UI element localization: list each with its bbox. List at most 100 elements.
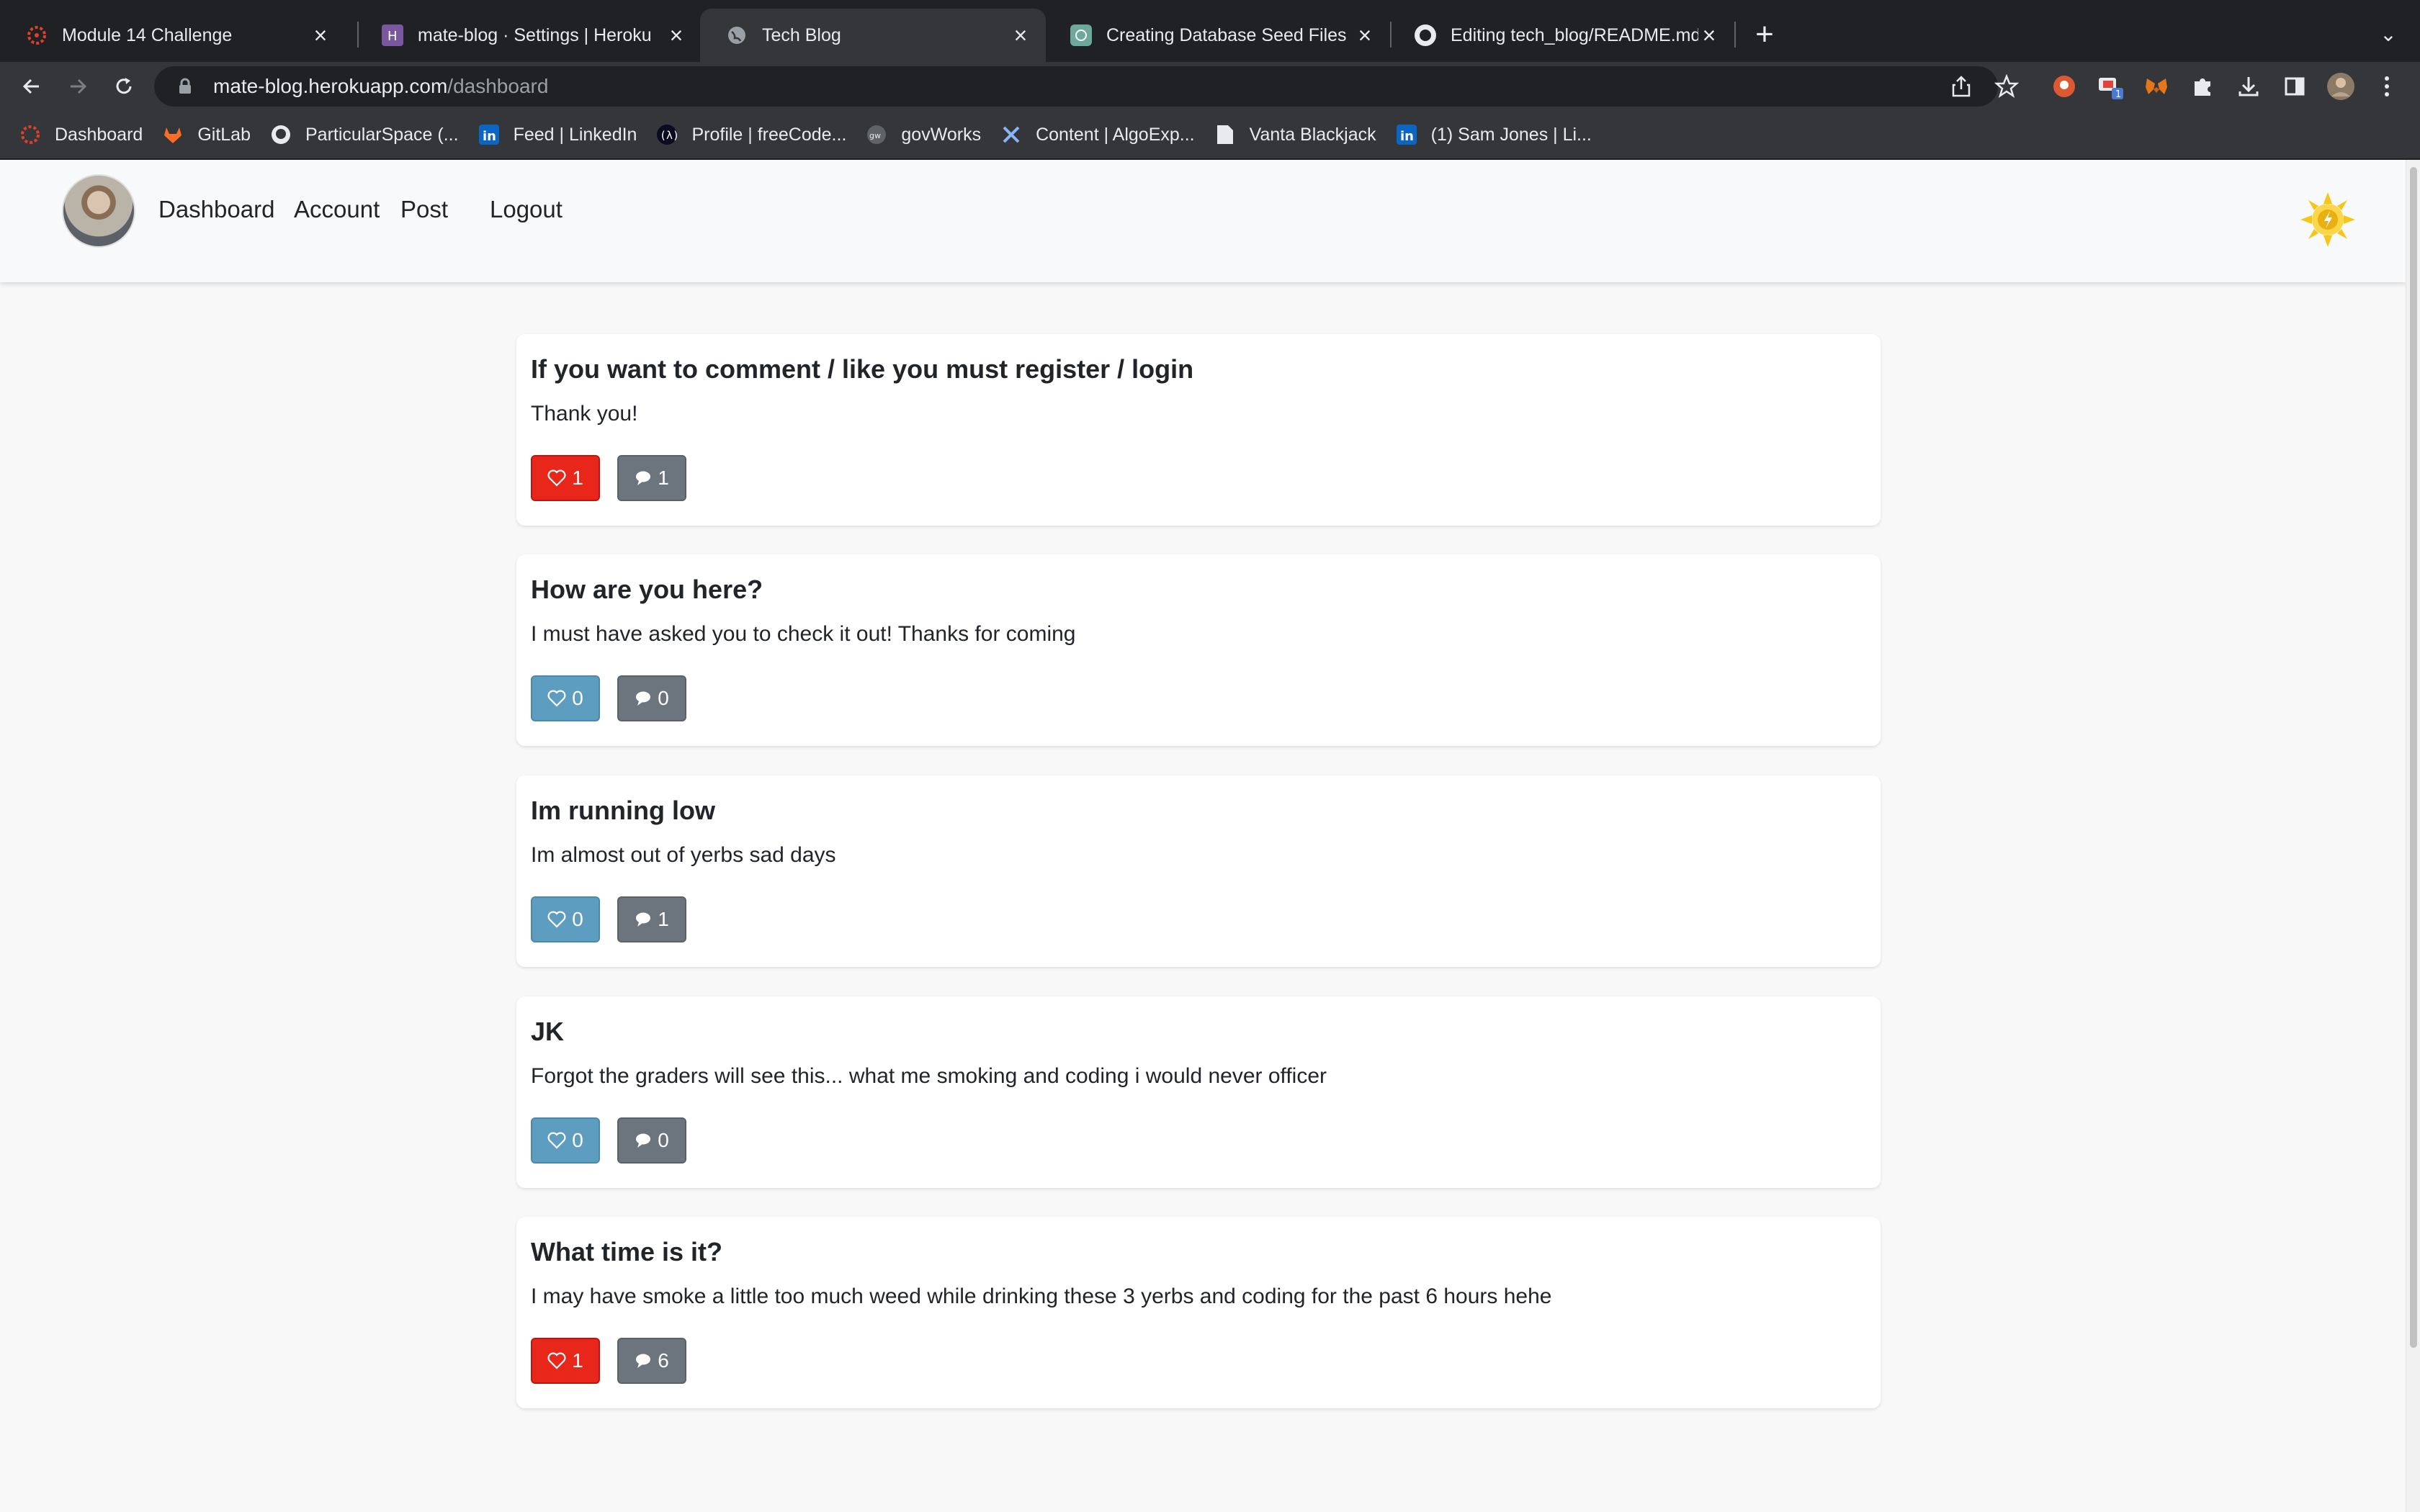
like-button[interactable]: 0 [531, 1117, 600, 1164]
scrollbar-thumb[interactable] [2410, 167, 2417, 1348]
linkedin-icon: in [1395, 123, 1418, 146]
browser-tab[interactable]: Editing tech_blog/README.md × [1389, 9, 1734, 62]
bookmark-star-icon[interactable] [1992, 72, 2021, 101]
bookmark-vanta-blackjack[interactable]: Vanta Blackjack [1214, 123, 1376, 146]
heart-icon [547, 911, 566, 928]
browser-tab-active[interactable]: Tech Blog × [700, 9, 1046, 62]
heroku-icon: H [382, 24, 403, 46]
bookmark-label: (1) Sam Jones | Li... [1430, 124, 1592, 145]
bookmark-label: GitLab [197, 124, 251, 145]
canvas-icon [26, 24, 48, 46]
bookmark-label: Dashboard [55, 124, 143, 145]
post-card: What time is it? I may have smoke a litt… [516, 1217, 1881, 1408]
close-icon[interactable]: × [310, 24, 331, 47]
like-button[interactable]: 1 [531, 455, 600, 501]
side-panel-icon[interactable] [2280, 72, 2309, 101]
lock-icon[interactable] [176, 77, 194, 96]
post-title[interactable]: JK [531, 1017, 564, 1047]
freecodecamp-icon: (λ) [655, 123, 678, 146]
theme-toggle-sun-icon[interactable] [2299, 191, 2357, 248]
bookmark-govworks[interactable]: gw govWorks [865, 123, 981, 146]
page-viewport: Dashboard Account Post Logout If you wan… [0, 160, 2406, 1512]
post-body: I must have asked you to check it out! T… [531, 622, 1076, 646]
tab-title: Editing tech_blog/README.md [1451, 24, 1698, 45]
github-icon [1415, 24, 1436, 46]
bookmark-gitlab[interactable]: GitLab [161, 123, 251, 146]
browser-tab[interactable]: H mate-blog · Settings | Heroku × [356, 9, 702, 62]
bookmark-linkedin-profile[interactable]: in (1) Sam Jones | Li... [1395, 123, 1592, 146]
bookmark-particularspace[interactable]: ParticularSpace (... [269, 123, 459, 146]
nav-post-link[interactable]: Post [400, 196, 448, 223]
puzzle-extensions-icon[interactable] [2188, 72, 2217, 101]
browser-tab-strip: Module 14 Challenge × H mate-blog · Sett… [0, 0, 2420, 62]
nav-account-link[interactable]: Account [294, 196, 380, 223]
speech-bubble-icon [636, 1133, 651, 1148]
close-icon[interactable]: × [1010, 24, 1031, 47]
heart-icon [547, 1132, 566, 1149]
like-button[interactable]: 0 [531, 675, 600, 721]
extension-icon[interactable]: 1 [2096, 72, 2125, 101]
tab-title: Tech Blog [762, 24, 841, 45]
bookmark-algoexpert[interactable]: Content | AlgoExp... [1000, 123, 1195, 146]
bookmark-freecodecamp[interactable]: (λ) Profile | freeCode... [655, 123, 846, 146]
speech-bubble-icon [636, 912, 651, 927]
back-icon[interactable] [14, 69, 49, 104]
extension-badge: 1 [2115, 89, 2121, 100]
bookmark-label: govWorks [901, 124, 982, 145]
comment-count: 1 [658, 467, 669, 489]
bookmark-label: Profile | freeCode... [691, 124, 847, 145]
comment-button[interactable]: 1 [617, 455, 686, 501]
bookmark-label: ParticularSpace (... [305, 124, 459, 145]
duckduckgo-extension-icon[interactable] [2050, 72, 2079, 101]
forward-icon[interactable] [60, 69, 95, 104]
comment-button[interactable]: 6 [617, 1338, 686, 1384]
profile-avatar-icon[interactable] [2326, 72, 2355, 101]
nav-logout-link[interactable]: Logout [490, 196, 563, 223]
bookmark-label: Vanta Blackjack [1249, 124, 1376, 145]
page-scrollbar[interactable] [2406, 160, 2420, 1512]
url-host: mate-blog.herokuapp.com [213, 75, 448, 97]
comment-button[interactable]: 0 [617, 675, 686, 721]
close-icon[interactable]: × [1698, 24, 1720, 47]
like-button[interactable]: 1 [531, 1338, 600, 1384]
browser-tab[interactable]: Creating Database Seed Files × [1044, 9, 1390, 62]
like-count: 1 [572, 467, 583, 489]
like-count: 0 [572, 687, 583, 709]
heart-icon [547, 1352, 566, 1369]
like-count: 0 [572, 1129, 583, 1151]
browser-tab[interactable]: Module 14 Challenge × [0, 9, 346, 62]
post-title[interactable]: If you want to comment / like you must r… [531, 354, 1193, 384]
site-navbar: Dashboard Account Post Logout [0, 160, 2406, 282]
user-avatar[interactable] [62, 174, 135, 248]
comment-count: 1 [658, 908, 669, 930]
share-icon[interactable] [1947, 72, 1976, 101]
close-icon[interactable]: × [1354, 24, 1376, 47]
post-title[interactable]: Im running low [531, 796, 715, 826]
svg-text:in: in [1400, 129, 1414, 144]
metamask-icon[interactable] [2142, 72, 2171, 101]
more-menu-icon[interactable] [2372, 72, 2401, 101]
url-text: mate-blog.herokuapp.com/dashboard [213, 75, 548, 98]
address-bar[interactable]: mate-blog.herokuapp.com/dashboard [154, 66, 1998, 107]
comment-button[interactable]: 0 [617, 1117, 686, 1164]
speech-bubble-icon [636, 1354, 651, 1368]
bookmark-linkedin-feed[interactable]: in Feed | LinkedIn [478, 123, 637, 146]
post-card: Im running low Im almost out of yerbs sa… [516, 775, 1881, 967]
browser-toolbar: mate-blog.herokuapp.com/dashboard 1 [0, 62, 2420, 111]
download-icon[interactable] [2234, 72, 2263, 101]
chevron-down-icon[interactable]: ⌄ [2374, 16, 2403, 53]
comment-button[interactable]: 1 [617, 896, 686, 942]
github-icon [269, 123, 292, 146]
svg-text:in: in [483, 129, 496, 144]
new-tab-icon[interactable]: + [1750, 16, 1779, 53]
svg-text:gw: gw [869, 131, 881, 140]
like-button[interactable]: 0 [531, 896, 600, 942]
tab-title: Module 14 Challenge [62, 24, 233, 45]
nav-dashboard-link[interactable]: Dashboard [158, 196, 274, 223]
post-title[interactable]: What time is it? [531, 1237, 722, 1267]
post-title[interactable]: How are you here? [531, 575, 763, 605]
bookmark-dashboard[interactable]: Dashboard [19, 123, 143, 146]
globe-icon [726, 24, 748, 46]
reload-icon[interactable] [107, 69, 141, 104]
close-icon[interactable]: × [666, 24, 687, 47]
